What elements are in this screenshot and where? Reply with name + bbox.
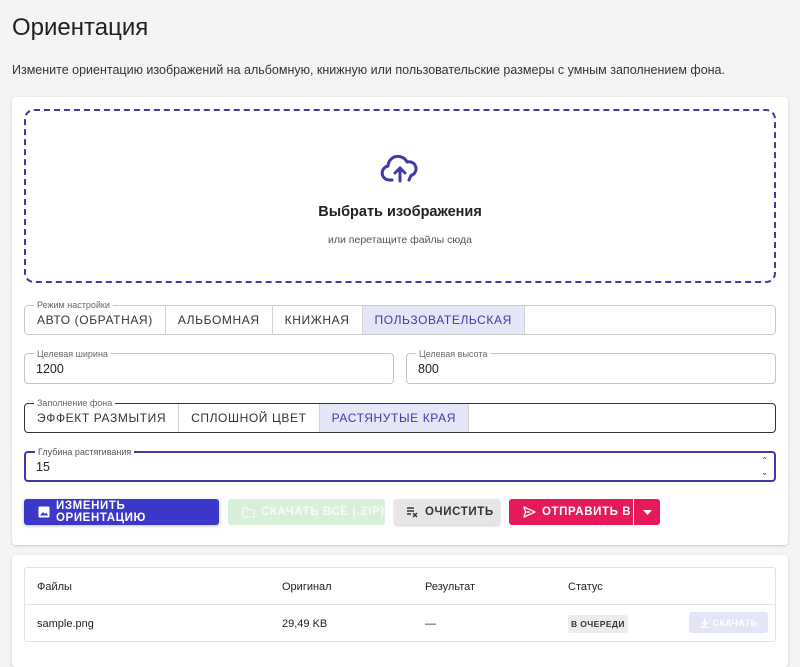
- stepper-arrows[interactable]: ⌃ ⌄: [761, 455, 768, 479]
- stretch-depth-value: 15: [36, 460, 50, 474]
- target-height-label: Целевая высота: [416, 348, 491, 360]
- download-all-button[interactable]: СКАЧАТЬ ВСЁ (.ZIP): [228, 499, 385, 525]
- caret-down-icon: [642, 506, 652, 518]
- clear-button-label: ОЧИСТИТЬ: [425, 506, 494, 518]
- dropzone-title: Выбрать изображения: [318, 204, 482, 220]
- fill-solid-button[interactable]: СПЛОШНОЙ ЦВЕТ: [179, 404, 320, 432]
- clear-button[interactable]: ОЧИСТИТЬ: [394, 499, 500, 525]
- page-subtitle: Измените ориентацию изображений на альбо…: [12, 63, 725, 77]
- download-icon: [700, 617, 709, 628]
- file-name: sample.png: [37, 618, 94, 630]
- file-dropzone[interactable]: Выбрать изображения или перетащите файлы…: [24, 109, 776, 283]
- table-header: Файлы Оригинал Результат Статус: [25, 568, 775, 605]
- col-files-header: Файлы: [37, 581, 72, 593]
- col-original-header: Оригинал: [282, 581, 332, 593]
- send-menu-button[interactable]: [634, 499, 660, 525]
- image-icon: [38, 506, 50, 518]
- download-button-label: СКАЧАТЬ: [712, 617, 758, 628]
- chevron-down-icon[interactable]: ⌄: [761, 467, 768, 479]
- col-result-header: Результат: [425, 581, 476, 593]
- target-width-value: 1200: [36, 362, 64, 376]
- files-table: Файлы Оригинал Результат Статус sample.p…: [24, 567, 776, 642]
- rotate-button[interactable]: ИЗМЕНИТЬ ОРИЕНТАЦИЮ: [24, 499, 219, 525]
- clear-list-icon: [406, 506, 419, 518]
- target-width-field[interactable]: Целевая ширина 1200: [24, 348, 394, 384]
- stretch-depth-label: Глубина растягивания: [35, 446, 135, 458]
- fill-toggle-group: ЭФФЕКТ РАЗМЫТИЯ СПЛОШНОЙ ЦВЕТ РАСТЯНУТЫЕ…: [24, 403, 776, 433]
- stretch-depth-field[interactable]: Глубина растягивания 15 ⌃ ⌄: [24, 446, 776, 482]
- status-badge: В ОЧЕРЕДИ: [568, 615, 628, 633]
- target-width-label: Целевая ширина: [34, 348, 111, 360]
- fill-stretch-button[interactable]: РАСТЯНУТЫЕ КРАЯ: [319, 404, 469, 432]
- download-all-label: СКАЧАТЬ ВСЁ (.ZIP): [261, 506, 385, 518]
- fill-legend: Заполнение фона: [34, 397, 116, 409]
- files-card: Файлы Оригинал Результат Статус sample.p…: [12, 555, 788, 667]
- rotate-button-label: ИЗМЕНИТЬ ОРИЕНТАЦИЮ: [56, 500, 146, 524]
- target-height-field[interactable]: Целевая высота 800: [406, 348, 776, 384]
- send-to-button[interactable]: ОТПРАВИТЬ В: [509, 499, 633, 525]
- settings-card: Выбрать изображения или перетащите файлы…: [12, 97, 788, 545]
- mode-legend: Режим настройки: [34, 299, 113, 311]
- chevron-up-icon[interactable]: ⌃: [761, 455, 768, 467]
- send-to-label: ОТПРАВИТЬ В: [542, 506, 632, 518]
- mode-toggle-group: АВТО (ОБРАТНАЯ) АЛЬБОМНАЯ КНИЖНАЯ ПОЛЬЗО…: [24, 305, 776, 335]
- mode-custom-button[interactable]: ПОЛЬЗОВАТЕЛЬСКАЯ: [362, 306, 525, 334]
- download-button[interactable]: СКАЧАТЬ: [689, 612, 768, 633]
- col-status-header: Статус: [568, 581, 603, 593]
- mode-landscape-button[interactable]: АЛЬБОМНАЯ: [166, 306, 273, 334]
- fill-selector: ЭФФЕКТ РАЗМЫТИЯ СПЛОШНОЙ ЦВЕТ РАСТЯНУТЫЕ…: [24, 397, 776, 433]
- page-title: Ориентация: [12, 14, 149, 41]
- dropzone-hint: или перетащите файлы сюда: [328, 234, 472, 246]
- table-row: sample.png 29,49 KB — В ОЧЕРЕДИ СКАЧАТЬ: [25, 605, 775, 642]
- result-size: —: [425, 618, 436, 630]
- send-icon: [523, 506, 536, 518]
- cloud-upload-icon: [380, 153, 420, 190]
- target-height-value: 800: [418, 362, 439, 376]
- original-size: 29,49 KB: [282, 618, 328, 630]
- folder-icon: [242, 506, 255, 518]
- mode-selector: АВТО (ОБРАТНАЯ) АЛЬБОМНАЯ КНИЖНАЯ ПОЛЬЗО…: [24, 299, 776, 335]
- mode-portrait-button[interactable]: КНИЖНАЯ: [273, 306, 363, 334]
